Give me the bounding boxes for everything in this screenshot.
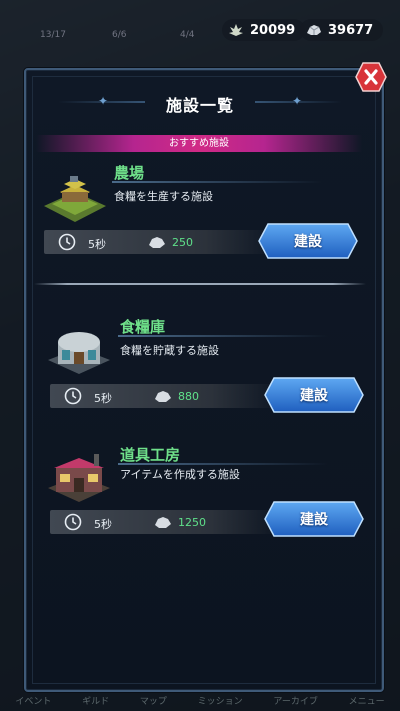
close-button[interactable] [355,62,387,92]
herb-count: 20099 [250,22,296,38]
tab-archive[interactable]: アーカイブ [273,694,317,707]
panel-title: 施設一覧 [145,92,255,116]
farm-image [44,176,106,222]
title-deco-left-icon: ✦ [98,94,109,108]
bg-stat-b: 6/6 [112,30,127,40]
facility-description: アイテムを作成する施設 [120,468,240,481]
stone-icon [155,391,171,402]
tab-event[interactable]: イベント [15,694,51,707]
herb-resource: 20099 [222,19,306,41]
facility-item-farm: 農場 食糧を生産する施設 5秒 250 建設 [0,160,400,270]
build-button[interactable]: 建設 [264,377,364,413]
facility-name: 食糧庫 [120,318,166,336]
build-button-label: 建設 [294,234,322,250]
build-button[interactable]: 建設 [264,501,364,537]
build-cost: 1250 [178,516,206,529]
build-cost: 880 [178,390,199,403]
herb-icon [229,24,243,36]
clock-icon [64,387,82,405]
facility-description: 食糧を貯蔵する施設 [120,344,219,357]
clock-icon [58,233,76,251]
build-button-label: 建設 [300,388,328,404]
bottom-tab-bar: イベント ギルド マップ ミッション アーカイブ メニュー [0,689,400,711]
storehouse-image [48,332,110,374]
stone-icon [149,237,165,248]
top-status-bar: 13/17 6/6 4/4 20099 39677 [0,0,400,58]
bg-stat-a: 13/17 [40,30,66,40]
stone-icon [155,517,171,528]
tool-workshop-image [48,454,110,502]
facility-name: 農場 [114,164,145,182]
close-icon [355,62,387,92]
facility-item-tool-workshop: 道具工房 アイテムを作成する施設 5秒 1250 建設 [0,442,400,552]
facility-description: 食糧を生産する施設 [114,190,213,203]
facility-item-storehouse: 食糧庫 食糧を貯蔵する施設 5秒 880 建設 [0,314,400,424]
build-button[interactable]: 建設 [258,223,358,259]
facility-underline [112,181,322,183]
build-cost: 250 [172,236,193,249]
tab-menu[interactable]: メニュー [349,694,385,707]
panel-title-bar: ✦ ✦ 施設一覧 [58,82,342,122]
bg-stat-c: 4/4 [180,30,195,40]
facility-name: 道具工房 [120,446,181,464]
recommended-section-banner: おすすめ施設 [36,135,362,152]
tab-map[interactable]: マップ [140,694,167,707]
tab-mission[interactable]: ミッション [198,694,243,707]
tab-guild[interactable]: ギルド [82,694,109,707]
stone-count: 39677 [328,22,374,38]
stone-resource: 39677 [300,19,384,41]
build-time: 5秒 [94,392,112,405]
section-divider [34,283,366,285]
clock-icon [64,513,82,531]
build-time: 5秒 [88,238,106,251]
build-time: 5秒 [94,518,112,531]
facility-underline [118,335,328,337]
stone-icon [307,25,321,35]
title-deco-right-icon: ✦ [291,94,302,108]
facility-underline [118,463,328,465]
build-button-label: 建設 [300,512,328,528]
